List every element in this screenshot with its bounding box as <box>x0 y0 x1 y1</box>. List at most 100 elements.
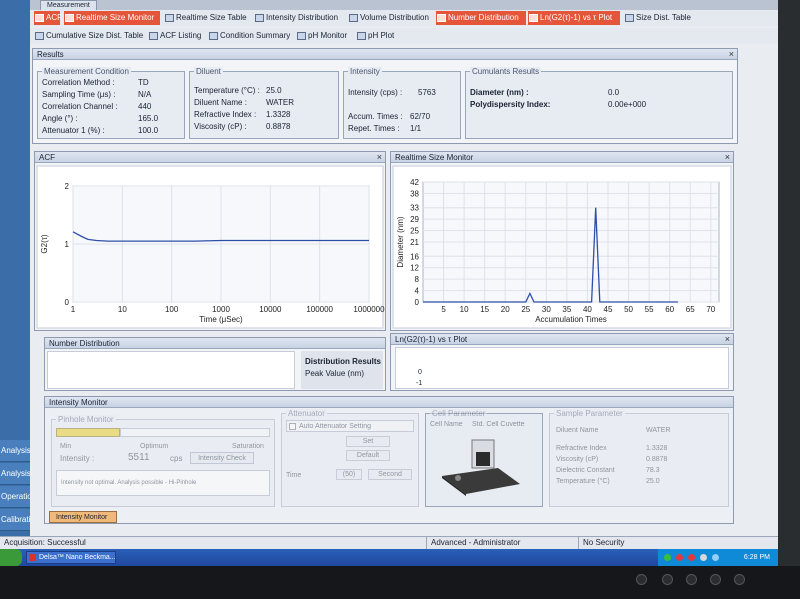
x-tick-label: 25 <box>521 305 530 314</box>
x-tick-label: 10 <box>460 305 469 314</box>
results-title: Results <box>33 49 737 60</box>
intensity-monitor-title: Intensity Monitor <box>45 397 733 408</box>
top-tab-bar: Measurement <box>30 0 778 10</box>
left-nav-item-analysis-2[interactable]: Analysis <box>0 463 30 485</box>
x-tick-label: 55 <box>645 305 654 314</box>
auto-attenuator-field[interactable]: Auto Attenuator Setting <box>286 420 414 432</box>
x-tick-label: 100 <box>165 305 179 314</box>
status-message: Acquisition: Successful <box>4 538 86 547</box>
y-tick-label: 33 <box>410 204 419 213</box>
acf-icon <box>35 14 44 22</box>
monitor-button-3[interactable] <box>686 574 697 585</box>
y-tick-label: 42 <box>410 178 419 187</box>
size-dist-table-button[interactable]: Size Dist. Table <box>624 11 704 25</box>
left-navigation-strip: Analysis Analysis Operation Calibration <box>0 0 30 536</box>
main-window: Measurement ACF Realtime Size Monitor Re… <box>30 0 778 536</box>
intensity-monitor-panel: Intensity Monitor Pinhole Monitor Min Op… <box>44 396 734 524</box>
cumulative-size-table-button[interactable]: Cumulative Size Dist. Table <box>34 29 144 43</box>
acf-listing-button[interactable]: ACF Listing <box>148 29 202 43</box>
ph-icon <box>297 32 306 40</box>
default-button[interactable]: Default <box>346 450 390 461</box>
summary-icon <box>209 32 218 40</box>
toolbar-row-2: Cumulative Size Dist. Table ACF Listing … <box>30 28 778 44</box>
y-tick-label: 16 <box>410 252 419 261</box>
display-icon[interactable] <box>712 554 719 561</box>
x-tick-label: 30 <box>542 305 551 314</box>
y-tick-label: 21 <box>410 238 419 247</box>
app-icon <box>29 554 36 561</box>
second-button[interactable]: Second <box>368 469 412 480</box>
x-tick-label: 15 <box>480 305 489 314</box>
y-tick-label: 0 <box>65 298 70 307</box>
x-tick-label: 45 <box>604 305 613 314</box>
realtime-panel-title: Realtime Size Monitor <box>391 152 733 163</box>
realtime-size-table-button[interactable]: Realtime Size Table <box>164 11 252 25</box>
ln-panel-title: Ln(G2(τ)-1) vs τ Plot <box>391 334 733 345</box>
y-tick-label: 1 <box>65 240 70 249</box>
volume-icon[interactable] <box>700 554 707 561</box>
start-button[interactable] <box>0 549 22 566</box>
monitor-button-1[interactable] <box>636 574 647 585</box>
intensity-distribution-button[interactable]: Intensity Distribution <box>254 11 346 25</box>
close-icon[interactable]: × <box>729 49 734 60</box>
realtime-size-monitor-button[interactable]: Realtime Size Monitor <box>64 11 160 25</box>
acf-button[interactable]: ACF <box>34 11 62 25</box>
set-button[interactable]: Set <box>346 436 390 447</box>
network-icon[interactable] <box>664 554 671 561</box>
histogram-icon <box>437 14 446 22</box>
condition-summary-button[interactable]: Condition Summary <box>208 29 294 43</box>
close-icon[interactable]: × <box>725 334 730 345</box>
x-tick-label: 5 <box>441 305 446 314</box>
y-tick-label: 2 <box>65 182 70 191</box>
monitor-screen: Analysis Analysis Operation Calibration … <box>0 0 778 566</box>
taskbar-app-delsa[interactable]: Delsa™ Nano Beckma... <box>26 551 116 564</box>
acf-panel: ACF × 1 10 100 1000 10000 100000 1000000 0 1 2 Tim… <box>34 151 386 331</box>
diluent-group: Diluent Temperature (°C) : 25.0 Diluent … <box>189 67 339 139</box>
x-tick-label: 10000 <box>259 305 282 314</box>
left-nav-item-analysis[interactable]: Analysis <box>0 440 30 462</box>
volume-distribution-button[interactable]: Volume Distribution <box>348 11 434 25</box>
tab-intensity-monitor[interactable]: Intensity Monitor <box>49 511 117 523</box>
x-tick-label: 10 <box>118 305 127 314</box>
monitor-button-2[interactable] <box>662 574 673 585</box>
distribution-results-box: Distribution Results Peak Value (nm) <box>301 351 383 389</box>
x-tick-label: 20 <box>501 305 510 314</box>
intensity-level-track <box>120 428 270 437</box>
y-axis-label: Diameter (nm) <box>396 216 405 267</box>
sample-parameter-group: Sample Parameter Diluent Name WATER Refr… <box>549 409 729 507</box>
pinhole-monitor-group: Pinhole Monitor Min Optimum Saturation I… <box>51 415 275 507</box>
intensity-check-button[interactable]: Intensity Check <box>190 452 254 464</box>
cumulants-results-group: Cumulants Results Diameter (nm) : 0.0 Po… <box>465 67 733 139</box>
ln-plot-button[interactable]: Ln(G2(τ)-1) vs τ Plot <box>528 11 620 25</box>
status-user: Advanced - Administrator <box>426 537 576 549</box>
power-button[interactable] <box>734 574 745 585</box>
left-nav-item-operation[interactable]: Operation <box>0 486 30 508</box>
ln-plot-area: 0 -1 <box>395 347 729 389</box>
ph-plot-button[interactable]: pH Plot <box>356 29 400 43</box>
system-tray: 6:28 PM <box>658 549 778 566</box>
realtime-size-chart: 5 10 15 20 25 30 35 40 45 50 55 60 65 70 0 4 8 12 16 21 25 29… <box>392 165 732 329</box>
security-icon[interactable] <box>676 554 683 561</box>
auto-attenuator-checkbox[interactable] <box>289 423 296 430</box>
alert-icon[interactable] <box>688 554 695 561</box>
y-tick-label: 12 <box>410 264 419 273</box>
tab-measurement[interactable]: Measurement <box>40 0 97 10</box>
y-tick-label: 25 <box>410 227 419 236</box>
cell-parameter-group: Cell Parameter Cell Name Std. Cell Cuvet… <box>425 409 543 507</box>
time-value-field[interactable]: (50) <box>336 469 362 480</box>
close-icon[interactable]: × <box>725 152 730 163</box>
y-tick-label: 0 <box>415 298 420 307</box>
x-axis-label: Time (μSec) <box>199 315 243 324</box>
table-icon <box>35 32 44 40</box>
x-tick-label: 1 <box>71 305 76 314</box>
ph-monitor-button[interactable]: pH Monitor <box>296 29 352 43</box>
monitor-button-4[interactable] <box>710 574 721 585</box>
clock: 6:28 PM <box>743 554 770 561</box>
close-icon[interactable]: × <box>377 152 382 163</box>
x-tick-label: 1000000 <box>353 305 385 314</box>
histogram-icon <box>349 14 358 22</box>
number-distribution-button[interactable]: Number Distribution <box>436 11 526 25</box>
status-bar: Acquisition: Successful Advanced - Admin… <box>0 536 778 549</box>
left-nav-item-calibration[interactable]: Calibration <box>0 509 30 531</box>
monitor-bezel-bottom <box>0 566 800 599</box>
